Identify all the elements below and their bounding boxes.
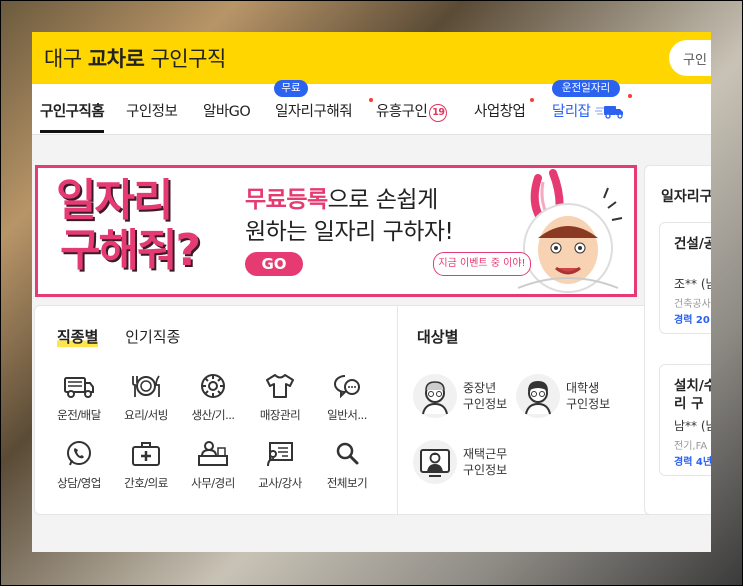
- medical-kit-icon: [132, 442, 160, 466]
- app-page: 대구 교차로 구인구직 구인 구인구직홈 구인정보 알바GO 무료 일자리구해줘…: [32, 32, 711, 552]
- search-icon: [336, 442, 359, 465]
- nav-adult-job[interactable]: 유흥구인 19: [376, 100, 448, 122]
- top-header: 대구 교차로 구인구직 구인: [32, 32, 711, 84]
- logo-prefix: 대구: [44, 47, 82, 71]
- chat-icon: [334, 375, 360, 399]
- site-logo[interactable]: 대구 교차로 구인구직: [44, 43, 226, 73]
- go-button[interactable]: GO: [245, 252, 303, 276]
- job-title: 설치/수 자리 구: [674, 378, 711, 412]
- target-label-line1: 중장년: [463, 381, 497, 395]
- nav-job-info[interactable]: 구인정보: [126, 100, 178, 121]
- dining-icon: [132, 375, 160, 397]
- job-experience: 경력 20: [674, 315, 710, 326]
- job-category: 건축공사: [674, 299, 711, 310]
- job-category: 전기,FA: [674, 441, 708, 452]
- category-office[interactable]: 사무/경리: [181, 440, 245, 491]
- office-worker-icon: [198, 441, 228, 466]
- nav-albago[interactable]: 알바GO: [203, 100, 251, 121]
- active-tab-underline: [40, 130, 104, 133]
- banner-headline-line2: 구해줘?: [60, 225, 201, 276]
- category-driving[interactable]: 운전/배달: [47, 372, 111, 423]
- search-input[interactable]: 구인: [669, 40, 711, 76]
- job-person: 조** (남: [674, 277, 711, 291]
- category-label: 전체보기: [326, 476, 368, 490]
- target-label-line2: 구인정보: [463, 463, 508, 477]
- category-medical[interactable]: 간호/의료: [114, 440, 178, 491]
- new-dot: [628, 94, 632, 98]
- main-nav: 구인구직홈 구인정보 알바GO 무료 일자리구해줘 유흥구인 19 사업창업 운전…: [32, 80, 711, 135]
- nav-business[interactable]: 사업창업: [474, 100, 526, 121]
- category-store[interactable]: 매장관리: [248, 372, 312, 423]
- job-card[interactable]: 설치/수 자리 구 남** (남 전기,FA 경력 4년: [659, 364, 711, 476]
- category-label: 상담/영업: [57, 476, 101, 490]
- category-label: 간호/의료: [124, 476, 168, 490]
- logo-bold: 교차로: [87, 47, 145, 71]
- new-dot: [369, 98, 373, 102]
- category-general-service[interactable]: 일반서...: [315, 372, 379, 423]
- category-label: 일반서...: [327, 408, 367, 422]
- nav-find-job[interactable]: 일자리구해줘: [275, 100, 353, 121]
- target-section-title: 대상별: [417, 328, 459, 346]
- category-label: 생산/기...: [191, 408, 235, 422]
- category-production[interactable]: 생산/기...: [181, 372, 245, 423]
- nav-dallijab-label: 달리잡: [552, 104, 591, 120]
- new-dot: [530, 98, 534, 102]
- gear-icon: [201, 374, 225, 398]
- age-19-badge: 19: [429, 104, 448, 122]
- nav-home[interactable]: 구인구직홈: [40, 100, 105, 121]
- category-label: 운전/배달: [57, 408, 101, 422]
- delivery-truck-icon: [594, 106, 623, 119]
- nav-find-job-label: 일자리구해줘: [275, 104, 353, 120]
- job-experience: 경력 4년: [674, 457, 711, 468]
- shirt-icon: [266, 374, 294, 398]
- driving-job-tag: 운전일자리: [552, 80, 620, 97]
- category-view-all[interactable]: 전체보기: [315, 440, 379, 491]
- category-label: 교사/강사: [258, 476, 302, 490]
- banner-line1-rest: 으로 손쉽게: [327, 187, 439, 213]
- category-label: 요리/서빙: [124, 408, 168, 422]
- tab-popular-occupation[interactable]: 인기직종: [125, 326, 180, 347]
- event-bubble: 지금 이벤트 중 이야!: [433, 252, 531, 276]
- banner-line1: 무료등록으로 손쉽게: [245, 180, 438, 214]
- remote-work-avatar-icon: [413, 440, 457, 484]
- phone-chat-icon: [67, 441, 91, 466]
- banner-headline: 일자리 구해줘?: [56, 175, 201, 276]
- target-label-line1: 재택근무: [463, 447, 508, 461]
- tab-by-occupation[interactable]: 직종별: [57, 326, 99, 347]
- side-panel-title: 일자리구: [661, 189, 711, 205]
- panel-divider: [397, 306, 398, 514]
- target-label-line1: 대학생: [566, 381, 600, 395]
- banner-headline-line1: 일자리: [56, 175, 173, 226]
- category-teacher[interactable]: 교사/강사: [248, 440, 312, 491]
- target-label-line2: 구인정보: [566, 397, 611, 411]
- banner-line2: 원하는 일자리 구하자!: [245, 219, 454, 245]
- banner-highlight: 무료등록: [245, 187, 328, 213]
- job-title: 건설/공 요: [674, 236, 711, 252]
- category-panel: 직종별 인기직종 운전/배달 요리/서빙 생산/기... 매장관리 일반서...…: [34, 305, 662, 515]
- bunny-girl-character-icon: [517, 169, 623, 293]
- teacher-board-icon: [267, 442, 293, 467]
- job-card[interactable]: 건설/공 요 조** (남 건축공사 경력 20: [659, 222, 711, 334]
- category-cooking[interactable]: 요리/서빙: [114, 372, 178, 423]
- category-label: 사무/경리: [191, 476, 235, 490]
- truck-icon: [64, 377, 94, 398]
- category-tabs: 직종별 인기직종: [57, 326, 202, 347]
- category-label: 매장관리: [259, 408, 301, 422]
- logo-suffix: 구인구직: [150, 47, 226, 71]
- nav-dallijab[interactable]: 달리잡: [552, 100, 625, 121]
- category-sales[interactable]: 상담/영업: [47, 440, 111, 491]
- target-label-line2: 구인정보: [463, 397, 508, 411]
- student-avatar-icon: [516, 374, 560, 418]
- free-tag: 무료: [274, 80, 308, 97]
- event-banner[interactable]: 일자리 구해줘? 무료등록으로 손쉽게 원하는 일자리 구하자! GO 지금 이…: [35, 165, 637, 297]
- nav-adult-job-label: 유흥구인: [376, 104, 428, 120]
- side-job-panel: 일자리구 건설/공 요 조** (남 건축공사 경력 20 설치/수 자리 구 …: [644, 165, 711, 515]
- job-person: 남** (남: [674, 419, 711, 433]
- nav-business-label: 사업창업: [474, 104, 526, 120]
- search-placeholder: 구인: [683, 53, 707, 68]
- middle-aged-avatar-icon: [413, 374, 457, 418]
